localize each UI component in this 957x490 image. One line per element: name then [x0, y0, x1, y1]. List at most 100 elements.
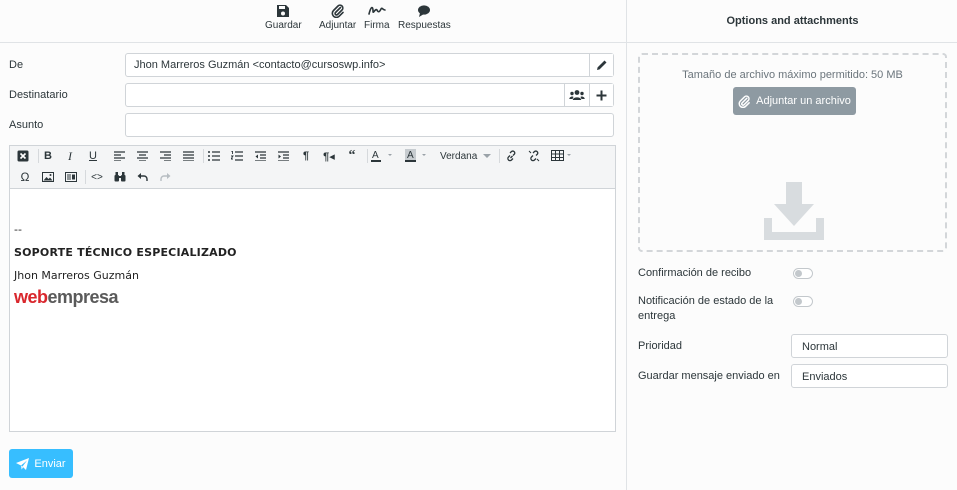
save-icon: [277, 5, 290, 17]
attach-button[interactable]: Adjuntar: [319, 4, 356, 31]
users-icon: [568, 90, 585, 100]
toolbar-separator: [367, 149, 368, 163]
italic-icon: I: [68, 148, 72, 163]
italic-button[interactable]: I: [60, 147, 80, 165]
ltr-button[interactable]: ¶: [296, 147, 316, 165]
text-color-button[interactable]: A: [369, 147, 397, 165]
comment-icon: [418, 5, 431, 17]
background-color-icon: A: [405, 149, 426, 162]
options-title: Options and attachments: [627, 0, 957, 43]
underline-icon: U: [89, 150, 97, 162]
from-field[interactable]: Jhon Marreros Guzmán <contacto@cursoswp.…: [125, 53, 614, 77]
svg-text:A: A: [372, 150, 379, 161]
signature-separator: --: [14, 223, 22, 236]
unlink-button[interactable]: [524, 147, 544, 165]
save-sent-select[interactable]: Enviados: [791, 364, 948, 388]
quote-icon: “: [348, 148, 356, 163]
source-code-button[interactable]: <>: [87, 168, 107, 186]
justify-button[interactable]: [178, 147, 198, 165]
webempresa-logo: webempresa: [14, 287, 119, 307]
options-pane: Options and attachments Tamaño de archiv…: [626, 0, 957, 490]
outdent-icon: [254, 151, 266, 161]
table-icon: [551, 150, 571, 161]
plain-text-toggle[interactable]: [13, 147, 33, 165]
blockquote-button[interactable]: “: [342, 147, 362, 165]
special-chars-button[interactable]: Ω: [15, 168, 35, 186]
dsn-toggle[interactable]: [793, 296, 813, 307]
bold-button[interactable]: B: [38, 147, 58, 165]
html-editor[interactable]: B I U ¶ ¶◂ “ A A Verdana Ω <> -- SOPORTE…: [9, 145, 616, 432]
outdent-button[interactable]: [250, 147, 270, 165]
signature-button[interactable]: Firma: [364, 4, 390, 31]
subject-label: Asunto: [9, 119, 44, 131]
indent-button[interactable]: [273, 147, 293, 165]
attachment-dropzone[interactable]: Tamaño de archivo máximo permitido: 50 M…: [638, 53, 947, 252]
send-button[interactable]: Enviar: [9, 449, 73, 478]
paperclip-icon: [331, 4, 344, 18]
compose-pane: Guardar Adjuntar Firma Respuestas De Jho…: [0, 0, 626, 490]
paperclip-icon: [738, 94, 750, 108]
underline-button[interactable]: U: [83, 147, 103, 165]
redo-button[interactable]: [155, 168, 175, 186]
download-icon: [764, 182, 824, 240]
align-justify-icon: [182, 151, 194, 161]
save-sent-label: Guardar mensaje enviado en: [638, 370, 780, 382]
image-icon: [42, 172, 54, 182]
compose-toolbar: Guardar Adjuntar Firma Respuestas: [0, 0, 626, 43]
align-center-icon: [136, 151, 148, 161]
table-button[interactable]: [549, 147, 577, 165]
priority-select[interactable]: Normal: [791, 334, 948, 358]
max-size-text: Tamaño de archivo máximo permitido: 50 M…: [682, 69, 903, 81]
background-color-button[interactable]: A: [403, 147, 431, 165]
rtl-button[interactable]: ¶◂: [319, 147, 339, 165]
bullet-list-button[interactable]: [204, 147, 224, 165]
subject-field[interactable]: [125, 113, 614, 137]
align-left-button[interactable]: [109, 147, 129, 165]
toggle-knob: [795, 270, 802, 277]
signature-name: Jhon Marreros Guzmán: [14, 269, 139, 282]
toolbar-separator: [85, 170, 86, 184]
align-center-button[interactable]: [132, 147, 152, 165]
save-button[interactable]: Guardar: [265, 4, 302, 31]
receipt-toggle[interactable]: [793, 268, 813, 279]
paragraph-rtl-icon: ¶◂: [323, 150, 335, 163]
paragraph-ltr-icon: ¶: [302, 150, 310, 162]
send-label: Enviar: [34, 457, 66, 470]
find-replace-button[interactable]: [110, 168, 130, 186]
contacts-button[interactable]: [564, 84, 588, 106]
responses-label: Respuestas: [398, 20, 451, 31]
receipt-label: Confirmación de recibo: [638, 267, 752, 279]
insert-link-button[interactable]: [501, 147, 521, 165]
toolbar-separator: [499, 149, 500, 163]
save-label: Guardar: [265, 20, 302, 31]
attach-file-button[interactable]: Adjuntar un archivo: [733, 87, 856, 115]
toggle-knob: [795, 298, 802, 305]
media-icon: [65, 172, 77, 182]
undo-icon: [137, 173, 148, 181]
editor-body[interactable]: -- SOPORTE TÉCNICO ESPECIALIZADO Jhon Ma…: [10, 190, 615, 432]
align-right-button[interactable]: [155, 147, 175, 165]
chevron-down-icon: [483, 153, 492, 158]
edit-identity-button[interactable]: [589, 54, 613, 76]
undo-button[interactable]: [132, 168, 152, 186]
numbered-list-button[interactable]: [227, 147, 247, 165]
attach-file-label: Adjuntar un archivo: [756, 95, 851, 107]
attach-label: Adjuntar: [319, 20, 357, 31]
close-box-icon: [17, 150, 29, 162]
logo-empresa: empresa: [47, 287, 119, 307]
from-label: De: [9, 59, 24, 71]
logo-web: web: [14, 287, 48, 307]
to-field[interactable]: [125, 83, 614, 107]
paper-plane-icon: [16, 457, 30, 470]
text-color-icon: A: [371, 150, 392, 162]
insert-image-button[interactable]: [38, 168, 58, 186]
bold-icon: B: [44, 150, 52, 162]
binoculars-icon: [114, 172, 126, 182]
responses-button[interactable]: Respuestas: [398, 4, 451, 31]
code-icon: <>: [91, 171, 103, 183]
align-left-icon: [113, 151, 125, 161]
add-header-button[interactable]: [589, 84, 613, 106]
font-family-select[interactable]: Verdana: [440, 147, 496, 165]
insert-media-button[interactable]: [61, 168, 81, 186]
plus-icon: [596, 90, 607, 100]
